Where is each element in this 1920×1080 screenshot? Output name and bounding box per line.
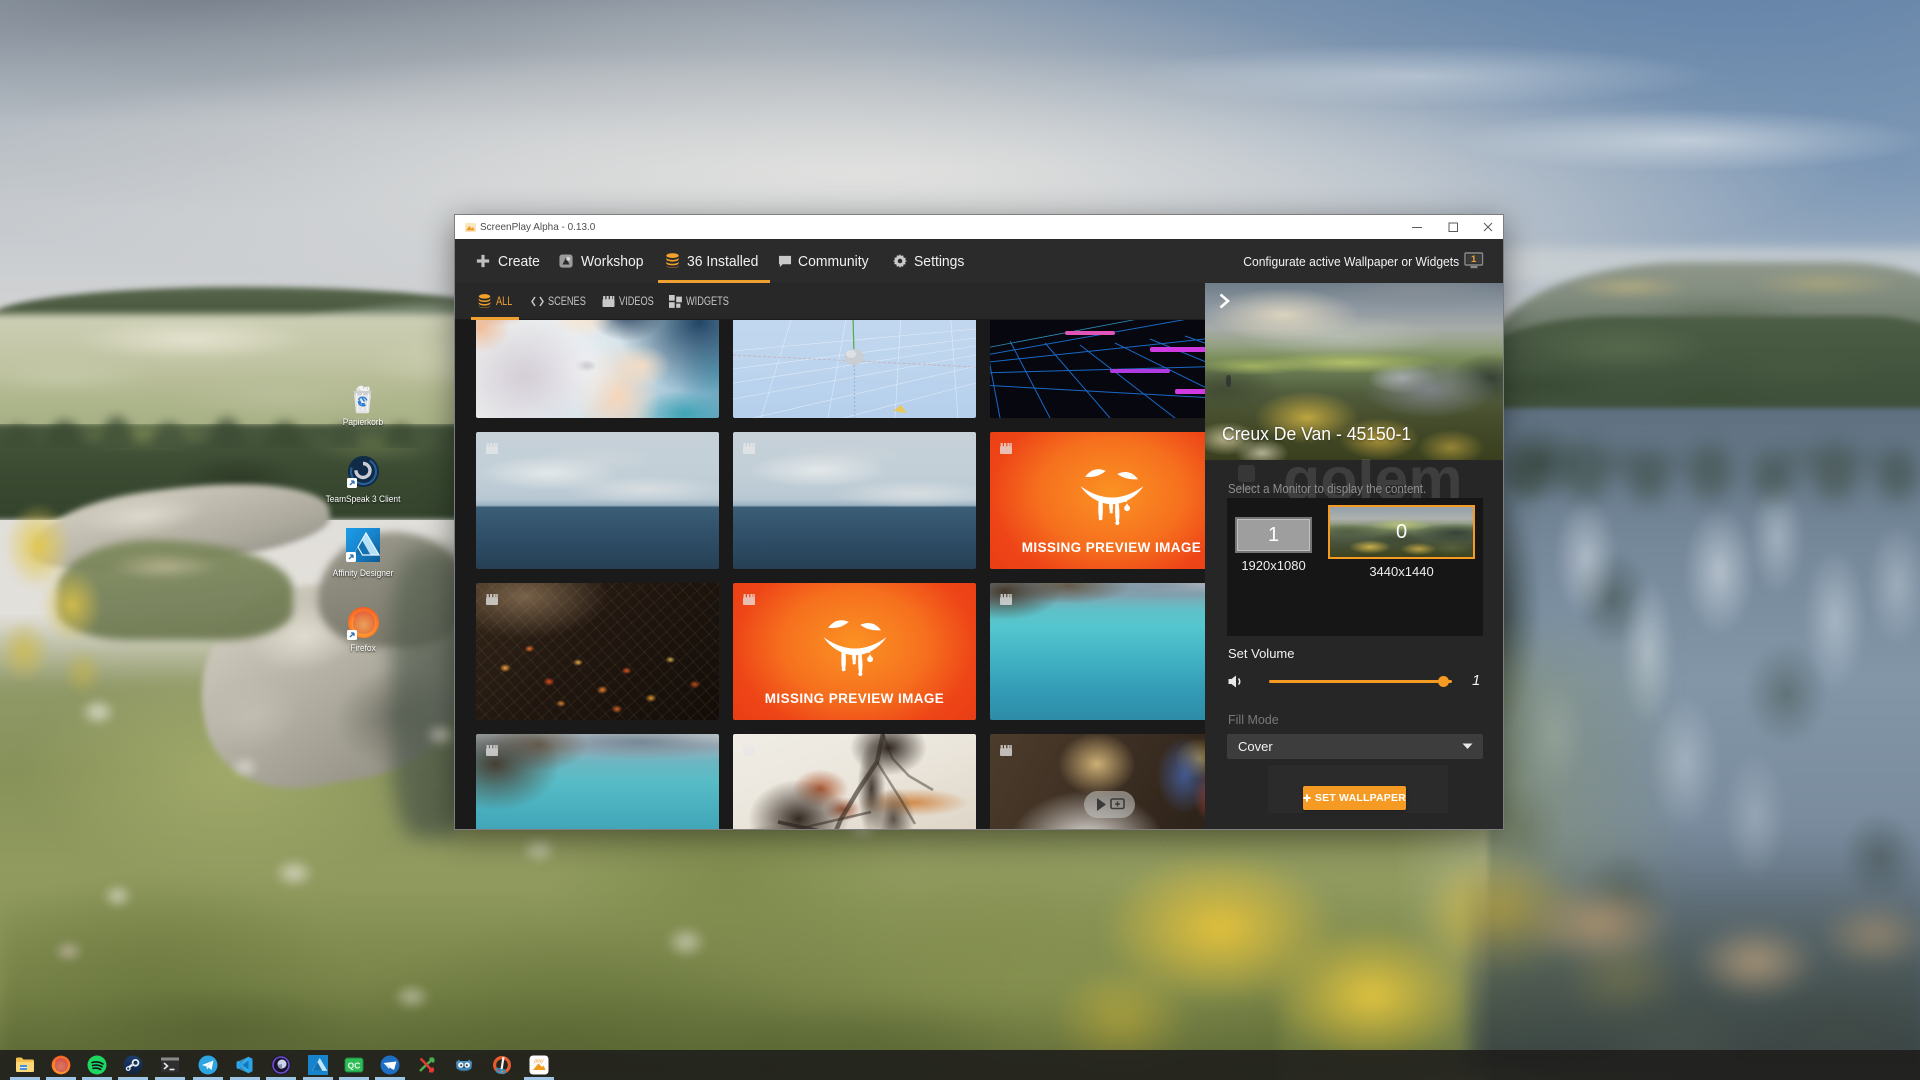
svg-text:1: 1 <box>1471 254 1477 265</box>
svg-text:QC: QC <box>348 1061 361 1071</box>
svg-text:play: play <box>533 1059 544 1065</box>
